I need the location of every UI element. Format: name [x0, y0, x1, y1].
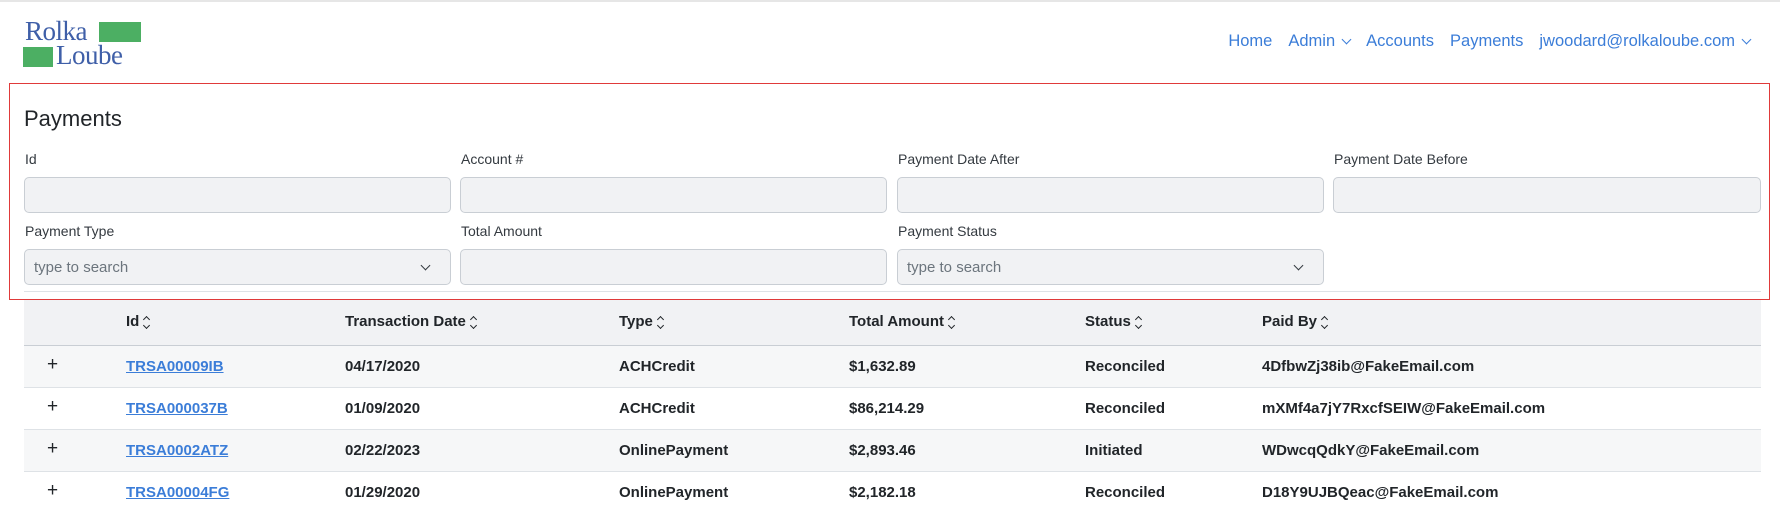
payment-id-link[interactable]: TRSA0002ATZ [126, 442, 228, 459]
table-row: + TRSA000037B 01/09/2020 ACHCredit $86,2… [24, 388, 1761, 430]
paid-by-cell: WDwcqQdkY@FakeEmail.com [1262, 442, 1480, 459]
payment-status-select[interactable]: type to search [897, 249, 1324, 285]
table-row: + TRSA00009IB 04/17/2020 ACHCredit $1,63… [24, 346, 1761, 388]
expand-row-button[interactable]: + [47, 438, 58, 460]
sort-icon [143, 315, 151, 330]
date-after-filter-input[interactable] [897, 177, 1324, 213]
account-filter-input[interactable] [460, 177, 887, 213]
nav-accounts[interactable]: Accounts [1358, 32, 1442, 51]
status-cell: Reconciled [1085, 484, 1166, 501]
status-cell: Reconciled [1085, 358, 1166, 375]
sort-icon [1320, 315, 1329, 330]
paid-by-cell: D18Y9UJBQeac@FakeEmail.com [1262, 484, 1499, 501]
transaction-date-cell: 01/09/2020 [345, 400, 421, 417]
column-header-total-amount[interactable]: Total Amount [849, 313, 956, 330]
column-header-id-label: Id [126, 313, 140, 330]
sort-icon [947, 315, 956, 330]
sort-icon [656, 315, 665, 330]
total-amount-filter-input[interactable] [460, 249, 887, 285]
payment-type-select[interactable]: type to search [24, 249, 451, 285]
brand-logo[interactable]: Rolka Loube [23, 18, 163, 72]
panel-divider [24, 291, 1761, 292]
transaction-date-cell: 01/29/2020 [345, 484, 421, 501]
payments-filter-panel: Payments Id Account # Payment Date After… [9, 83, 1770, 300]
column-header-type-label: Type [619, 313, 653, 330]
column-header-status-label: Status [1085, 313, 1131, 330]
payment-status-placeholder: type to search [907, 258, 1002, 276]
table-row: + TRSA0002ATZ 02/22/2023 OnlinePayment $… [24, 430, 1761, 472]
expand-row-button[interactable]: + [47, 396, 58, 418]
paid-by-cell: mXMf4a7jY7RxcfSEIW@FakeEmail.com [1262, 400, 1546, 417]
nav-payments[interactable]: Payments [1442, 32, 1531, 51]
nav-home[interactable]: Home [1220, 32, 1280, 51]
payment-id-link[interactable]: TRSA00004FG [126, 484, 229, 501]
expand-row-button[interactable]: + [47, 480, 58, 502]
column-header-transaction-date[interactable]: Transaction Date [345, 313, 478, 330]
total-amount-cell: $2,893.46 [849, 442, 916, 459]
page-title: Payments [24, 106, 122, 131]
column-header-transaction-date-label: Transaction Date [345, 313, 466, 330]
top-border [0, 0, 1780, 2]
sort-icon [1134, 315, 1143, 330]
table-header-row: Id Transaction Date Type Total Amount St… [24, 300, 1761, 346]
payment-type-filter-label: Payment Type [25, 223, 115, 239]
type-cell: ACHCredit [619, 400, 695, 417]
payment-status-filter-label: Payment Status [898, 223, 997, 239]
column-header-status[interactable]: Status [1085, 313, 1143, 330]
type-cell: OnlinePayment [619, 442, 729, 459]
column-header-paid-by[interactable]: Paid By [1262, 313, 1329, 330]
id-filter-label: Id [25, 151, 37, 167]
column-header-id[interactable]: Id [126, 313, 151, 330]
payment-id-link[interactable]: TRSA000037B [126, 400, 228, 417]
chevron-down-icon [1741, 34, 1752, 45]
column-header-type[interactable]: Type [619, 313, 665, 330]
user-menu-dropdown[interactable]: jwoodard@rolkaloube.com [1531, 32, 1758, 51]
paid-by-cell: 4DfbwZj38ib@FakeEmail.com [1262, 358, 1475, 375]
payment-id-link[interactable]: TRSA00009IB [126, 358, 224, 375]
table-row: + TRSA00004FG 01/29/2020 OnlinePayment $… [24, 472, 1761, 508]
date-after-filter-label: Payment Date After [898, 151, 1020, 167]
status-cell: Initiated [1085, 442, 1143, 459]
column-header-paid-by-label: Paid By [1262, 313, 1318, 330]
column-header-total-amount-label: Total Amount [849, 313, 944, 330]
transaction-date-cell: 02/22/2023 [345, 442, 421, 459]
account-filter-label: Account # [461, 151, 524, 167]
status-cell: Reconciled [1085, 400, 1166, 417]
total-amount-cell: $86,214.29 [849, 400, 925, 417]
chevron-down-icon [420, 260, 431, 270]
date-before-filter-input[interactable] [1333, 177, 1761, 213]
type-cell: OnlinePayment [619, 484, 729, 501]
user-email: jwoodard@rolkaloube.com [1539, 32, 1735, 50]
id-filter-input[interactable] [24, 177, 451, 213]
nav-admin-label: Admin [1288, 32, 1336, 50]
payment-type-placeholder: type to search [34, 258, 129, 276]
transaction-date-cell: 04/17/2020 [345, 358, 421, 375]
total-amount-cell: $2,182.18 [849, 484, 916, 501]
logo-green-block-bottom [23, 47, 53, 67]
logo-green-block-top [99, 22, 141, 42]
expand-row-button[interactable]: + [47, 354, 58, 376]
nav-accounts-label: Accounts [1366, 32, 1435, 50]
nav-home-label: Home [1228, 32, 1273, 50]
main-nav: Home Admin Accounts Payments jwoodard@ro… [1220, 32, 1758, 51]
chevron-down-icon [1341, 34, 1352, 45]
nav-payments-label: Payments [1450, 32, 1524, 50]
logo-text-line2: Loube [56, 40, 123, 70]
chevron-down-icon [1293, 260, 1304, 270]
nav-admin-dropdown[interactable]: Admin [1280, 32, 1358, 51]
total-amount-cell: $1,632.89 [849, 358, 916, 375]
date-before-filter-label: Payment Date Before [1334, 151, 1468, 167]
sort-icon [469, 315, 478, 330]
type-cell: ACHCredit [619, 358, 695, 375]
total-amount-filter-label: Total Amount [461, 223, 542, 239]
